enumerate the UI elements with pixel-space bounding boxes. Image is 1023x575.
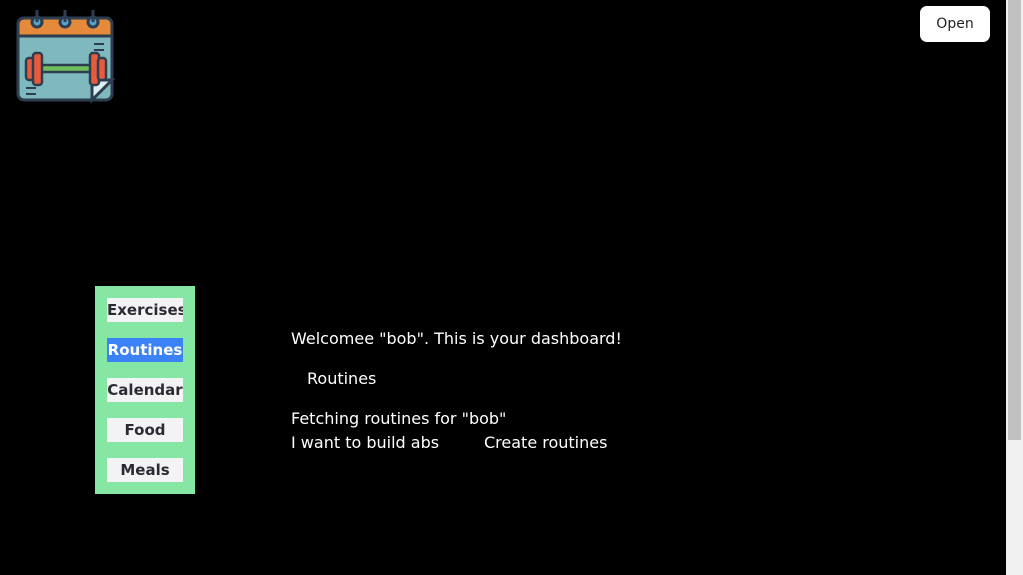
routine-item[interactable]: I want to build abs [291,433,439,453]
sidebar-item-food[interactable]: Food [107,418,183,442]
section-title: Routines [307,369,377,388]
dumbbell-calendar-icon [16,10,116,104]
sidebar-item-calendar[interactable]: Calendar [107,378,183,402]
sidebar-item-meals[interactable]: Meals [107,458,183,482]
sidebar-nav: Exercises Routines Calendar Food Meals [95,286,195,494]
open-button[interactable]: Open [920,6,990,42]
create-routines-link[interactable]: Create routines [484,433,607,453]
scrollbar-thumb[interactable] [1008,0,1021,440]
page: Open Exercises Routines Calendar Food Me… [0,0,1023,575]
welcome-message: Welcomee "bob". This is your dashboard! [291,329,622,348]
sidebar-item-routines[interactable]: Routines [107,338,183,362]
status-text: Fetching routines for "bob" [291,409,507,428]
app-logo[interactable] [16,8,116,104]
sidebar-item-exercises[interactable]: Exercises [107,298,183,322]
